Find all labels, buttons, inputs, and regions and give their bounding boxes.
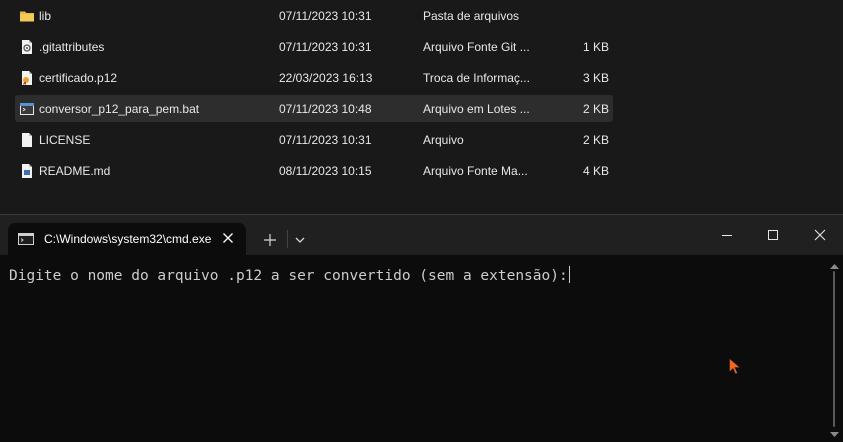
mouse-pointer-icon xyxy=(729,358,741,375)
file-date: 07/11/2023 10:31 xyxy=(279,9,372,23)
file-date: 07/11/2023 10:31 xyxy=(279,40,372,54)
file-row-license[interactable]: LICENSE 07/11/2023 10:31 Arquivo 2 KB xyxy=(15,126,613,153)
prompt-text: Digite o nome do arquivo .p12 a ser conv… xyxy=(9,268,568,284)
folder-icon xyxy=(20,11,34,22)
file-type: Arquivo Fonte Ma... xyxy=(423,164,528,178)
file-date: 08/11/2023 10:15 xyxy=(279,164,372,178)
terminal-window: C:\Windows\system32\cmd.exe Digite o nom… xyxy=(0,214,843,442)
certificate-file-icon xyxy=(22,71,32,85)
file-name: README.md xyxy=(39,164,111,178)
new-tab-button[interactable] xyxy=(260,230,280,250)
file-type: Arquivo em Lotes ... xyxy=(423,102,530,116)
maximize-button[interactable] xyxy=(765,227,781,243)
cmd-icon xyxy=(18,233,34,245)
file-row-conversor-bat[interactable]: conversor_p12_para_pem.bat 07/11/2023 10… xyxy=(15,95,613,122)
close-window-button[interactable] xyxy=(812,227,828,243)
file-name: certificado.p12 xyxy=(39,71,118,85)
file-name: .gitattributes xyxy=(39,40,105,54)
minimize-button[interactable] xyxy=(719,227,735,243)
file-type: Arquivo xyxy=(423,133,464,147)
file-date: 07/11/2023 10:31 xyxy=(279,133,372,147)
file-date: 07/11/2023 10:48 xyxy=(279,102,372,116)
terminal-tab[interactable]: C:\Windows\system32\cmd.exe xyxy=(8,223,246,255)
gitattributes-file-icon xyxy=(22,40,32,54)
file-size: 1 KB xyxy=(582,40,609,54)
file-size: 2 KB xyxy=(582,102,609,116)
file-row-gitattributes[interactable]: .gitattributes 07/11/2023 10:31 Arquivo … xyxy=(15,33,613,60)
close-tab-icon[interactable] xyxy=(220,230,236,246)
file-name: lib xyxy=(39,9,52,23)
tab-divider xyxy=(287,230,288,248)
batch-file-icon xyxy=(20,103,34,115)
console-line: Digite o nome do arquivo .p12 a ser conv… xyxy=(9,266,570,284)
file-size: 2 KB xyxy=(582,133,609,147)
file-row-certificado[interactable]: certificado.p12 22/03/2023 16:13 Troca d… xyxy=(15,64,613,91)
file-date: 22/03/2023 16:13 xyxy=(279,71,373,85)
file-type: Pasta de arquivos xyxy=(423,9,520,23)
file-row-lib[interactable]: lib 07/11/2023 10:31 Pasta de arquivos xyxy=(15,2,613,29)
file-type: Arquivo Fonte Git ... xyxy=(423,40,530,54)
blank-file-icon xyxy=(22,133,32,147)
scroll-up-arrow-icon[interactable] xyxy=(830,263,839,270)
chevron-down-icon[interactable] xyxy=(291,230,309,250)
file-name: LICENSE xyxy=(39,133,91,147)
text-cursor xyxy=(568,266,570,283)
file-explorer-list: lib 07/11/2023 10:31 Pasta de arquivos .… xyxy=(0,0,843,214)
scroll-down-arrow-icon[interactable] xyxy=(830,431,839,438)
console-output[interactable]: Digite o nome do arquivo .p12 a ser conv… xyxy=(0,255,826,442)
file-type: Troca de Informaç... xyxy=(423,71,530,85)
markdown-file-icon xyxy=(22,164,32,178)
file-size: 4 KB xyxy=(582,164,609,178)
tab-title: C:\Windows\system32\cmd.exe xyxy=(44,232,212,246)
file-row-readme[interactable]: README.md 08/11/2023 10:15 Arquivo Fonte… xyxy=(15,157,613,184)
scrollbar-track[interactable] xyxy=(833,271,835,427)
file-name: conversor_p12_para_pem.bat xyxy=(39,102,200,116)
vertical-scrollbar[interactable] xyxy=(826,255,843,442)
terminal-titlebar[interactable]: C:\Windows\system32\cmd.exe xyxy=(0,215,843,255)
file-size: 3 KB xyxy=(582,71,609,85)
